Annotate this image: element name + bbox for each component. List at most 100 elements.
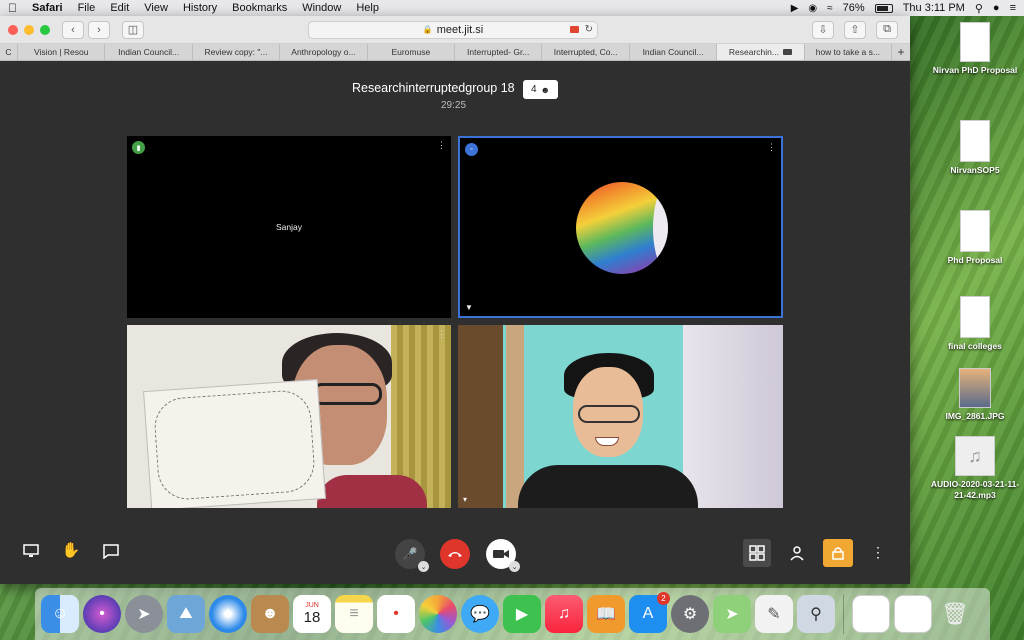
person-glasses <box>312 383 382 405</box>
desktop-file-nirvansop5[interactable]: NirvanSOP5 <box>930 120 1020 176</box>
camera-status-icon[interactable]: ▶ <box>791 3 799 14</box>
speaker-indicator-icon[interactable]: ◦ <box>465 143 478 156</box>
chevron-down-icon[interactable]: ⌄ <box>418 561 429 572</box>
tile-menu-icon[interactable]: ⋮ <box>437 140 446 151</box>
menu-file[interactable]: File <box>78 2 96 14</box>
tab-5[interactable]: Euromuse <box>368 44 456 60</box>
preview-icon[interactable]: ⚲ <box>797 595 835 633</box>
spotlight-icon[interactable]: ⚲ <box>975 2 983 15</box>
camera-in-use-icon[interactable] <box>570 26 579 33</box>
desktop-file-label: AUDIO-2020-03-21-11-21-42.mp3 <box>930 479 1020 500</box>
apple-menu-icon[interactable]:  <box>8 1 22 15</box>
eye-icon[interactable]: ◉ <box>808 3 817 14</box>
menu-history[interactable]: History <box>183 2 217 14</box>
menu-view[interactable]: View <box>144 2 168 14</box>
tab-4[interactable]: Anthropology o... <box>280 44 368 60</box>
address-bar[interactable]: 🔒 meet.jit.si ↻ <box>308 20 598 39</box>
video-tile-active-speaker[interactable]: ◦ ⋮ ▼ <box>458 136 783 318</box>
tab-0[interactable]: C <box>0 44 18 60</box>
chevron-down-icon[interactable]: ⌄ <box>509 561 520 572</box>
reminders-icon[interactable]: • <box>377 595 415 633</box>
siri-icon[interactable]: • <box>83 595 121 633</box>
forward-button[interactable]: › <box>88 20 110 39</box>
tile-menu-icon[interactable]: ⋮ <box>437 329 446 340</box>
new-tab-button[interactable]: + <box>892 44 910 60</box>
contacts-icon[interactable]: ☻ <box>251 595 289 633</box>
system-preferences-icon[interactable]: ⚙ <box>671 595 709 633</box>
tab-overview-button[interactable]: ⧉ <box>876 20 898 39</box>
messages-icon[interactable]: 💬 <box>461 595 499 633</box>
zoom-window-button[interactable] <box>40 24 50 35</box>
tab-2[interactable]: Indian Council... <box>105 44 193 60</box>
more-options-icon[interactable]: ⋮ <box>868 542 888 562</box>
launchpad-icon[interactable]: ➤ <box>125 595 163 633</box>
facetime-icon[interactable]: ▶ <box>503 595 541 633</box>
notes-icon[interactable]: ≡ <box>335 595 373 633</box>
textedit-icon[interactable]: ✎ <box>755 595 793 633</box>
toggle-camera-button[interactable]: ⌄ <box>486 539 520 572</box>
finder-icon[interactable]: ☺ <box>41 595 79 633</box>
menu-window[interactable]: Window <box>302 2 341 14</box>
minimize-window-button[interactable] <box>24 24 34 35</box>
tab-6[interactable]: Interrupted- Gr... <box>455 44 543 60</box>
tab-9-active[interactable]: Researchin... <box>717 44 805 60</box>
safari-window: ‹ › ◫ 🔒 meet.jit.si ↻ ⇩ ⇧ ⧉ C Vision | R… <box>0 16 910 584</box>
menu-bookmarks[interactable]: Bookmarks <box>232 2 287 14</box>
maps-icon[interactable]: ➤ <box>713 595 751 633</box>
desktop-file-final-colleges[interactable]: final colleges <box>930 296 1020 352</box>
menu-help[interactable]: Help <box>356 2 379 14</box>
document-icon <box>960 210 990 252</box>
tab-7[interactable]: Interrupted, Co... <box>542 44 630 60</box>
tab-8[interactable]: Indian Council... <box>630 44 718 60</box>
battery-percent[interactable]: 76% <box>843 2 865 14</box>
user-icon[interactable]: ● <box>993 2 1000 14</box>
clock[interactable]: Thu 3:11 PM <box>903 2 965 14</box>
invite-people-icon[interactable] <box>788 543 808 563</box>
books-icon[interactable]: 📖 <box>587 595 625 633</box>
back-button[interactable]: ‹ <box>62 20 84 39</box>
downloads-button[interactable]: ⇩ <box>812 20 834 39</box>
wifi-icon[interactable]: ≈ <box>827 3 833 14</box>
trash-icon[interactable]: 🗑 <box>936 595 974 633</box>
video-tile-sanjay[interactable]: ▮ ⋮ Sanjay <box>127 136 451 318</box>
desktop-file-img-2861[interactable]: IMG_2861.JPG <box>930 368 1020 422</box>
music-icon[interactable]: ♫ <box>545 595 583 633</box>
battery-icon[interactable] <box>874 3 893 13</box>
recent-document-icon[interactable] <box>852 595 890 633</box>
video-tile-participant-4[interactable]: ▾ <box>458 325 783 508</box>
calendar-icon[interactable]: JUN 18 <box>293 595 331 633</box>
security-options-button[interactable] <box>823 539 853 567</box>
share-screen-icon[interactable] <box>22 542 40 560</box>
tab-10[interactable]: how to take a s... <box>805 44 893 60</box>
menu-edit[interactable]: Edit <box>110 2 129 14</box>
desktop-file-audio[interactable]: ♫ AUDIO-2020-03-21-11-21-42.mp3 <box>930 436 1020 501</box>
share-button[interactable]: ⇧ <box>844 20 866 39</box>
tab-1[interactable]: Vision | Resou <box>18 44 106 60</box>
tile-view-button[interactable] <box>743 539 771 567</box>
reload-icon[interactable]: ↻ <box>585 24 593 35</box>
desktop-file-phd-proposal[interactable]: Phd Proposal <box>930 210 1020 266</box>
held-drawing <box>143 379 326 508</box>
video-tile-participant-3[interactable]: ⋮ <box>127 325 451 508</box>
sidebar-toggle-button[interactable]: ◫ <box>122 20 144 39</box>
tab-3[interactable]: Review copy: "... <box>193 44 281 60</box>
recent-document-icon[interactable] <box>894 595 932 633</box>
app-store-icon[interactable]: A2 <box>629 592 670 633</box>
tile-menu-icon[interactable]: ⋮ <box>767 142 776 153</box>
notification-badge: 2 <box>657 592 670 605</box>
preview-photo-icon[interactable]: ⛰ <box>167 595 205 633</box>
notification-center-icon[interactable]: ≡ <box>1010 2 1016 14</box>
desktop-file-nirvan-phd-proposal[interactable]: Nirvan PhD Proposal <box>930 22 1020 76</box>
photos-icon[interactable] <box>419 595 457 633</box>
hang-up-button[interactable] <box>440 539 470 569</box>
participant-count-badge[interactable]: 4 ☻ <box>523 80 558 99</box>
raise-hand-icon[interactable]: ✋ <box>62 540 81 560</box>
person-jacket <box>518 465 698 508</box>
connection-quality-icon[interactable]: ▮ <box>132 141 145 154</box>
chat-icon[interactable] <box>102 542 120 560</box>
safari-icon[interactable]: ✦ <box>209 595 247 633</box>
close-window-button[interactable] <box>8 24 18 35</box>
mute-microphone-button[interactable]: 🎤 ⌄ <box>395 539 429 572</box>
menu-app-name[interactable]: Safari <box>32 2 63 14</box>
desktop-file-label: Phd Proposal <box>947 255 1003 265</box>
